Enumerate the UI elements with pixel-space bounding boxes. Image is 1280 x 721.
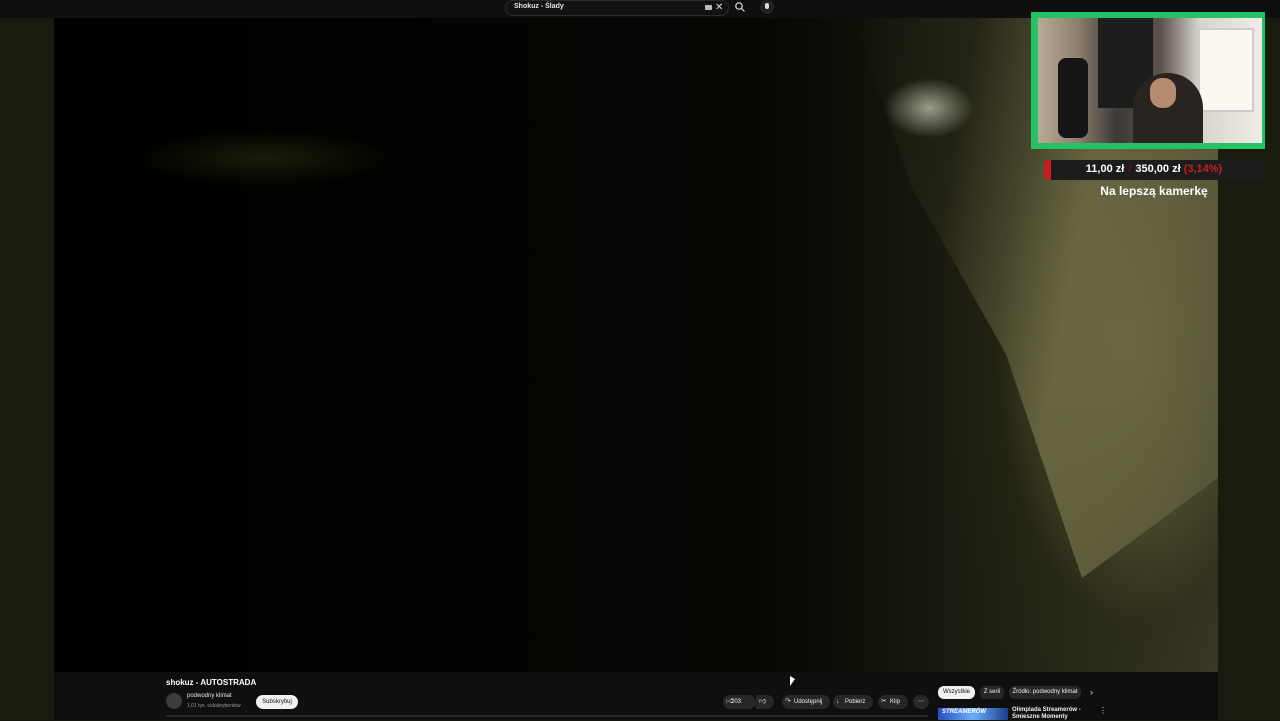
thumbs-down-icon: 👎︎ bbox=[759, 698, 767, 705]
donation-current: 11,00 zł bbox=[1085, 163, 1125, 175]
webcam-chair bbox=[1058, 58, 1088, 138]
download-icon: ↓ bbox=[836, 698, 840, 705]
webcam-streamer-head bbox=[1150, 78, 1176, 108]
donation-goal-bar: 11,00 zł/350,00 zł (3,14%) bbox=[1044, 160, 1264, 180]
search-query: Shokuz - Ślady bbox=[514, 3, 564, 10]
dislike-button[interactable]: 👎︎ bbox=[756, 695, 774, 709]
chip-series[interactable]: Z serii bbox=[980, 686, 1004, 699]
close-icon[interactable]: ✕ bbox=[715, 1, 723, 15]
scissors-icon: ✂ bbox=[881, 698, 887, 705]
recommendation-thumb-text: STREAMERÓW bbox=[942, 709, 986, 715]
channel-avatar[interactable] bbox=[166, 693, 182, 709]
share-button[interactable]: ↷ Udostępnij bbox=[782, 695, 830, 709]
recommendation-thumbnail[interactable]: STREAMERÓW bbox=[938, 708, 1008, 720]
recommendation-title[interactable]: Olimpiada Streamerów - Śmieszne Momenty bbox=[1012, 707, 1092, 721]
more-icon: ⋯ bbox=[918, 699, 924, 705]
description-divider bbox=[166, 715, 928, 717]
download-label: Pobierz bbox=[845, 699, 866, 705]
video-scene-light bbox=[884, 78, 974, 138]
donation-percent: (3,14%) bbox=[1183, 163, 1223, 175]
thumbs-up-icon: 👍︎ bbox=[726, 698, 734, 705]
donation-goal: 350,00 zł bbox=[1135, 163, 1181, 175]
kebab-menu-icon[interactable]: ⋮ bbox=[1099, 706, 1107, 715]
mouse-cursor-icon bbox=[790, 676, 795, 686]
chip-source[interactable]: Źródło: podwodny klimat bbox=[1009, 686, 1081, 699]
keyboard-icon[interactable] bbox=[705, 5, 712, 10]
more-actions-button[interactable]: ⋯ bbox=[913, 695, 929, 709]
like-button[interactable]: 👍︎ 203 bbox=[723, 695, 756, 709]
left-backdrop bbox=[0, 0, 54, 720]
subscribe-button[interactable]: Subskrybuj bbox=[256, 695, 298, 709]
webcam-feed bbox=[1038, 18, 1262, 143]
webcam-window bbox=[1198, 28, 1254, 112]
webcam-overlay bbox=[1031, 12, 1265, 149]
channel-name[interactable]: podwodny klimat bbox=[187, 693, 232, 699]
donation-goal-label: Na lepszą kamerkę bbox=[1100, 184, 1208, 198]
microphone-icon[interactable] bbox=[760, 0, 774, 14]
search-input[interactable]: Shokuz - Ślady ✕ bbox=[505, 0, 729, 16]
clip-label: Klip bbox=[890, 699, 901, 705]
subscriber-count: 1,01 tys. subskrybentów bbox=[187, 703, 241, 709]
download-button[interactable]: ↓ Pobierz bbox=[833, 695, 873, 709]
share-label: Udostępnij bbox=[794, 699, 823, 705]
clip-button[interactable]: ✂ Klip bbox=[878, 695, 908, 709]
share-icon: ↷ bbox=[785, 698, 791, 705]
chevron-right-icon[interactable]: › bbox=[1090, 686, 1093, 699]
donation-goal-text: 11,00 zł/350,00 zł (3,14%) bbox=[1044, 163, 1264, 175]
video-title: shokuz - AUTOSTRADA bbox=[166, 678, 257, 687]
donation-separator: / bbox=[1128, 163, 1132, 175]
search-icon[interactable] bbox=[734, 1, 746, 13]
chip-all[interactable]: Wszystkie bbox=[938, 686, 975, 699]
